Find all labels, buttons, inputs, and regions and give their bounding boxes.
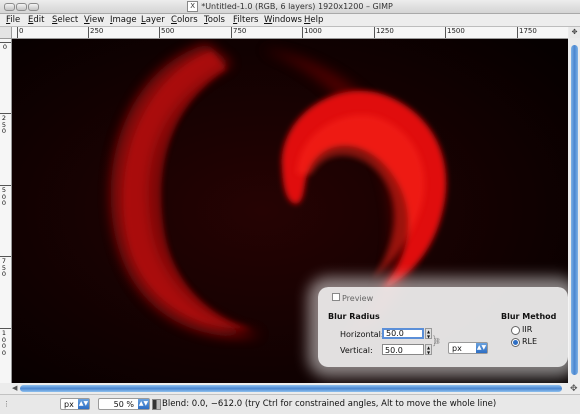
vertical-scrollbar[interactable] [569,39,580,383]
vruler-label: 750 [1,257,7,278]
menu-tools[interactable]: Tools [204,15,225,25]
menu-file[interactable]: File [6,15,20,25]
hruler-label: 0 [19,27,24,35]
chevron-down-icon: ▲▼ [138,399,149,409]
horizontal-radius-input[interactable]: 50.0 [382,328,424,339]
hruler-label: 1250 [376,27,394,35]
zoom-select[interactable]: 50 % ▲▼ [98,398,150,410]
status-bar: ⋮ px ▲▼ 50 % ▲▼ Blend: 0.0, −612.0 (try Ct… [0,394,580,414]
chevron-down-icon: ▲▼ [476,343,487,353]
ruler-corner-menu-button[interactable] [0,27,12,39]
menu-select[interactable]: Select [52,15,78,25]
hruler-label: 1750 [519,27,537,35]
rle-radio[interactable] [511,338,520,347]
hruler-label: 500 [161,27,175,35]
chevron-down-icon: ▲▼ [78,399,89,409]
window-title-text: *Untitled-1.0 (RGB, 6 layers) 1920x1200 … [201,2,393,11]
menu-colors[interactable]: Colors [171,15,198,25]
blur-options-panel: Preview Blur Radius Blur Method Horizont… [318,287,568,367]
vertical-label: Vertical: [340,346,373,355]
status-unit-select[interactable]: px ▲▼ [60,398,90,410]
vertical-radius-input[interactable]: 50.0 [382,344,424,355]
hruler-label: 250 [90,27,104,35]
horizontal-scroll-thumb[interactable] [20,385,562,392]
menu-windows[interactable]: Windows [264,15,302,25]
blur-method-title: Blur Method [501,312,557,321]
vruler-label: 1000 [1,329,7,357]
vertical-spin-button[interactable]: ▲ ▼ [425,344,432,355]
iir-radio[interactable] [511,326,520,335]
quick-mask-toggle-icon[interactable]: ⋮ [3,400,10,408]
menu-help[interactable]: Help [304,15,323,25]
hruler-label: 1500 [447,27,465,35]
status-message: Blend: 0.0, −612.0 (try Ctrl for constra… [162,399,497,409]
horizontal-scrollbar[interactable]: ◀ [12,384,568,393]
hruler-label: 750 [233,27,247,35]
vertical-scroll-thumb[interactable] [571,45,578,375]
iir-label: IIR [522,325,533,334]
scroll-left-arrow-icon[interactable]: ◀ [12,384,17,392]
preview-checkbox-label[interactable]: Preview [332,293,373,303]
hruler-label: 1000 [304,27,322,35]
menu-edit[interactable]: Edit [28,15,44,25]
horizontal-spin-button[interactable]: ▲ ▼ [425,328,432,339]
menu-image[interactable]: Image [110,15,137,25]
menu-bar: File Edit Select View Image Layer Colors… [0,14,580,27]
navigation-preview-button[interactable]: ✥ [569,27,580,38]
vruler-label: 250 [1,114,7,135]
preview-checkbox[interactable] [332,293,340,301]
rle-label: RLE [522,337,538,346]
vruler-label: 500 [1,186,7,207]
window-titlebar[interactable]: X *Untitled-1.0 (RGB, 6 layers) 1920x1200… [0,0,580,14]
x11-logo-icon: X [187,1,199,12]
blur-radius-title: Blur Radius [328,312,380,321]
chain-link-icon[interactable]: ╮ ⛓ ╯ [433,334,441,354]
vruler-label: 0 [2,43,8,51]
tool-indicator-icon [152,399,161,410]
menu-filters[interactable]: Filters [233,15,259,25]
window-title: X *Untitled-1.0 (RGB, 6 layers) 1920x1200… [0,1,580,12]
blur-unit-select[interactable]: px ▲▼ [448,342,488,354]
menu-layer[interactable]: Layer [141,15,165,25]
menu-view[interactable]: View [84,15,104,25]
horizontal-ruler[interactable]: 0 250 500 750 1000 1250 1500 1750 [12,27,568,39]
move-icon[interactable]: ✥ [570,384,578,394]
vertical-ruler[interactable]: 0 250 500 750 1000 [0,39,12,383]
horizontal-label: Horizontal: [340,330,384,339]
